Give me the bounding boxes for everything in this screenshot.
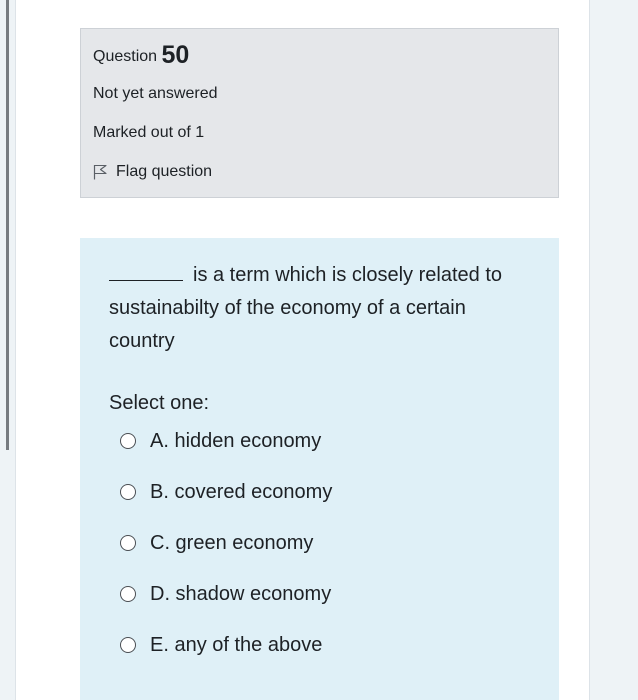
radio-icon[interactable] (120, 484, 136, 500)
question-label: Question (93, 48, 158, 65)
answer-option-b[interactable]: B. covered economy (120, 480, 332, 531)
flag-question-label: Flag question (116, 163, 213, 180)
answer-label[interactable]: C. green economy (150, 531, 313, 555)
left-scroll-indicator (6, 0, 9, 450)
flag-icon (93, 164, 107, 180)
answer-option-e[interactable]: E. any of the above (120, 633, 332, 684)
question-state: Not yet answered (93, 85, 218, 102)
question-number: 50 (161, 41, 190, 69)
question-grade: Marked out of 1 (93, 124, 205, 141)
question-info-panel: Question 50 Not yet answered Marked out … (80, 28, 559, 198)
quiz-page: Question 50 Not yet answered Marked out … (15, 0, 590, 700)
answer-option-a[interactable]: A. hidden economy (120, 429, 332, 480)
answer-option-c[interactable]: C. green economy (120, 531, 332, 582)
select-one-prompt: Select one: (109, 392, 210, 414)
answer-label[interactable]: D. shadow economy (150, 582, 331, 606)
answer-label[interactable]: A. hidden economy (150, 429, 321, 453)
question-heading: Question 50 (93, 42, 189, 70)
answer-option-d[interactable]: D. shadow economy (120, 582, 332, 633)
question-text: is a term which is closely related to su… (109, 259, 534, 358)
answer-options: A. hidden economy B. covered economy C. … (120, 429, 332, 684)
flag-question-button[interactable]: Flag question (93, 162, 212, 182)
radio-icon[interactable] (120, 586, 136, 602)
radio-icon[interactable] (120, 433, 136, 449)
radio-icon[interactable] (120, 535, 136, 551)
answer-label[interactable]: B. covered economy (150, 480, 332, 504)
radio-icon[interactable] (120, 637, 136, 653)
fill-in-blank (109, 263, 183, 281)
question-formulation: is a term which is closely related to su… (80, 238, 559, 700)
answer-label[interactable]: E. any of the above (150, 633, 322, 657)
